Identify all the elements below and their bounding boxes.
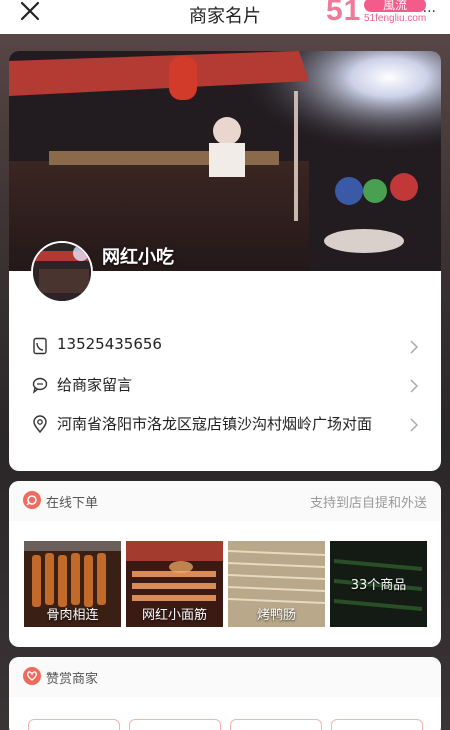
praise-option[interactable] [129,719,221,730]
message-row[interactable]: 给商家留言 [9,368,441,404]
merchant-avatar [31,241,93,303]
phone-icon [32,337,48,355]
location-pin-icon [32,415,48,434]
order-title: 在线下单 [46,496,99,511]
praise-icon [23,667,41,685]
product-count: 33个商品 [350,578,407,593]
praise-option[interactable] [331,719,423,730]
merchant-name: 网红小吃 [102,247,174,268]
merchant-address: 河南省洛阳市洛龙区寇店镇沙沟村烟岭广场对面 [57,415,373,433]
brand-logo: 51 風流 51fengliu.com ··· [320,0,440,28]
product-tile[interactable]: 网红小面筋 [126,541,223,627]
address-row[interactable]: 河南省洛阳市洛龙区寇店镇沙沟村烟岭广场对面 [9,407,441,443]
online-order-card: 在线下单 支持到店自提和外送 骨肉相连 网红小面筋 烤鸭肠 33个商品 [9,481,441,647]
praise-merchant-card: 赞赏商家 [9,657,441,730]
chevron-right-icon [409,378,419,393]
order-section-header[interactable]: 在线下单 支持到店自提和外送 [9,481,441,521]
logo-badge: 風流 [364,0,426,12]
praise-option[interactable] [28,719,120,730]
more-products-tile[interactable]: 33个商品 [330,541,427,627]
product-strip: 骨肉相连 网红小面筋 烤鸭肠 33个商品 [24,541,428,627]
logo-url: 51fengliu.com [364,13,427,24]
message-icon [32,376,48,394]
product-name: 骨肉相连 [46,608,99,623]
product-tile[interactable]: 烤鸭肠 [228,541,325,627]
logo-number: 51 [326,0,362,27]
message-label: 给商家留言 [57,376,133,394]
merchant-cover-photo [9,51,441,271]
product-name: 网红小面筋 [141,608,207,623]
praise-title: 赞赏商家 [46,672,99,687]
praise-section-header[interactable]: 赞赏商家 [9,657,441,697]
merchant-phone: 13525435656 [57,335,162,353]
order-delivery-note: 支持到店自提和外送 [309,496,427,511]
chevron-right-icon [409,417,419,432]
praise-option[interactable] [230,719,322,730]
more-icon[interactable]: ··· [423,4,436,20]
chevron-right-icon [409,339,419,354]
phone-row[interactable]: 13525435656 [9,329,441,365]
merchant-card: 网红小吃 13525435656 给商家留言 河南省洛阳市洛龙区寇店镇沙沟村烟岭… [9,51,441,471]
product-tile[interactable]: 骨肉相连 [24,541,121,627]
product-name: 烤鸭肠 [256,608,296,623]
top-nav-bar: 商家名片 51 風流 51fengliu.com ··· [0,0,450,34]
order-icon [23,491,41,509]
